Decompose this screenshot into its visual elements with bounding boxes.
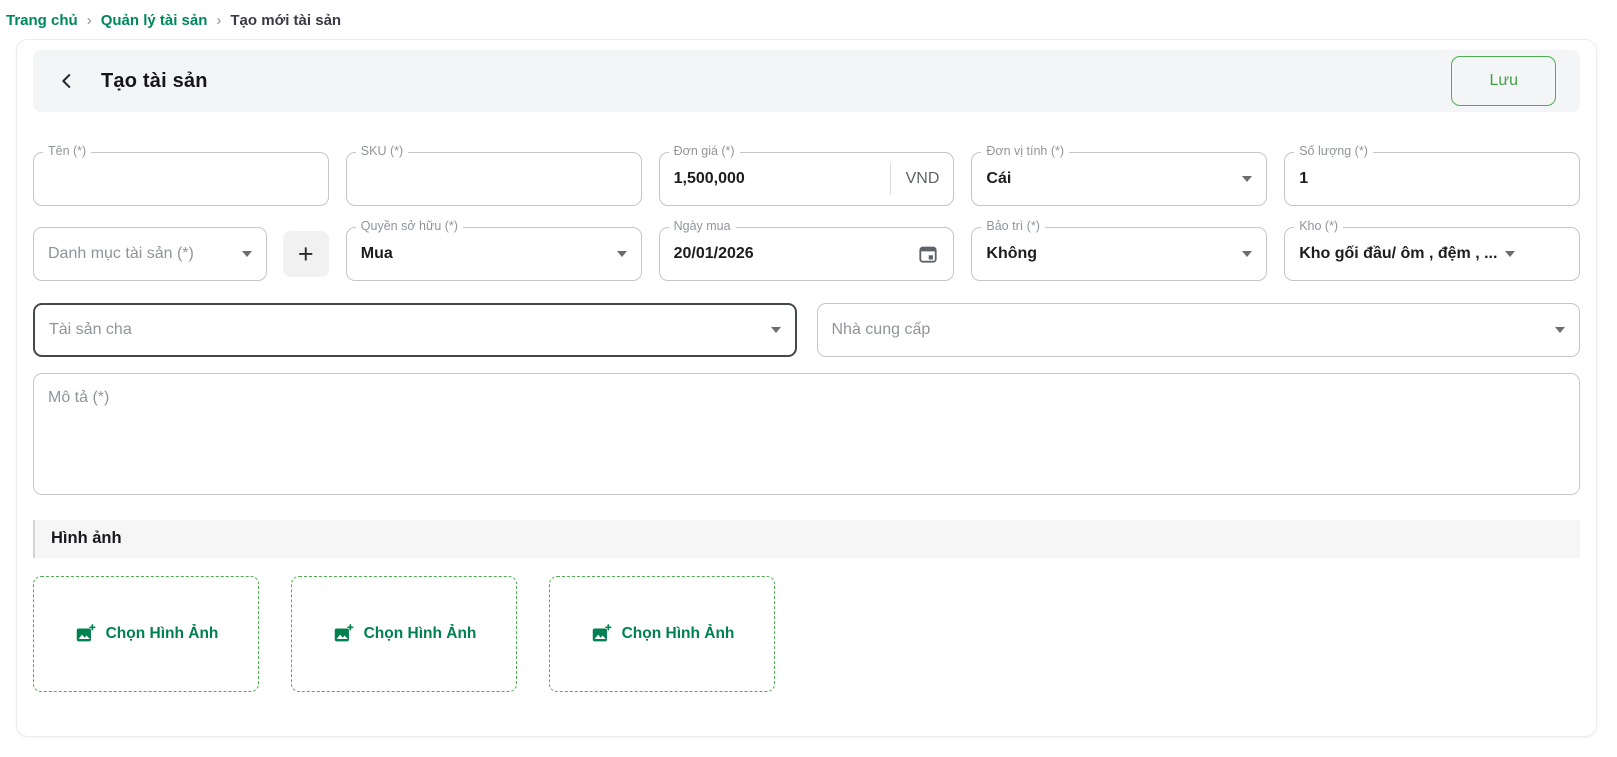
- purchase-date-label: Ngày mua: [669, 219, 736, 233]
- breadcrumb-home-link[interactable]: Trang chủ: [6, 12, 78, 29]
- asset-name-field: Tên (*): [33, 152, 329, 206]
- unit-price-input[interactable]: 1,500,000: [674, 170, 745, 188]
- chevron-down-icon: [242, 251, 252, 257]
- ownership-value: Mua: [361, 245, 393, 263]
- maintenance-select[interactable]: Bảo trì (*) Không: [971, 227, 1267, 281]
- breadcrumb-separator: ›: [216, 12, 221, 29]
- divider: [890, 163, 891, 195]
- add-photo-icon: [74, 623, 96, 645]
- description-textarea[interactable]: [33, 373, 1580, 495]
- images-section-title: Hình ảnh: [33, 520, 1580, 558]
- warehouse-label: Kho (*): [1294, 219, 1343, 233]
- choose-image-label: Chọn Hình Ảnh: [364, 625, 477, 643]
- page-header: Tạo tài sản Lưu: [33, 50, 1580, 112]
- maintenance-value: Không: [986, 245, 1037, 263]
- sku-field: SKU (*): [346, 152, 642, 206]
- chevron-down-icon: [771, 327, 781, 333]
- calendar-icon[interactable]: [917, 243, 939, 265]
- breadcrumb-separator: ›: [87, 12, 92, 29]
- breadcrumb-current-page: Tạo mới tài sản: [230, 12, 341, 29]
- unit-label: Đơn vị tính (*): [981, 144, 1069, 158]
- breadcrumb: Trang chủ › Quản lý tài sản › Tạo mới tà…: [0, 0, 1617, 39]
- choose-image-button-1[interactable]: Chọn Hình Ảnh: [33, 576, 259, 692]
- quantity-input[interactable]: [1299, 170, 1565, 188]
- unit-value: Cái: [986, 170, 1011, 188]
- chevron-down-icon: [1505, 251, 1515, 257]
- choose-image-button-2[interactable]: Chọn Hình Ảnh: [291, 576, 517, 692]
- choose-image-label: Chọn Hình Ảnh: [622, 625, 735, 643]
- maintenance-label: Bảo trì (*): [981, 219, 1045, 233]
- ownership-label: Quyền sở hữu (*): [356, 219, 463, 233]
- currency-suffix: VND: [890, 163, 940, 195]
- save-button[interactable]: Lưu: [1451, 56, 1556, 106]
- asset-category-select[interactable]: Danh mục tài sản (*): [33, 227, 267, 281]
- parent-asset-select[interactable]: Tài sản cha: [33, 303, 797, 357]
- add-category-button[interactable]: +: [283, 231, 329, 277]
- asset-name-input[interactable]: [48, 170, 314, 188]
- chevron-down-icon: [1555, 327, 1565, 333]
- breadcrumb-asset-management-link[interactable]: Quản lý tài sản: [101, 12, 208, 29]
- ownership-select[interactable]: Quyền sở hữu (*) Mua: [346, 227, 642, 281]
- warehouse-select[interactable]: Kho (*) Kho gối đầu/ ôm , đệm , ...: [1284, 227, 1580, 281]
- purchase-date-value: 20/01/2026: [674, 245, 754, 263]
- page-title: Tạo tài sản: [101, 70, 208, 93]
- add-photo-icon: [332, 623, 354, 645]
- asset-name-label: Tên (*): [43, 144, 91, 158]
- image-upload-row: Chọn Hình Ảnh Chọn Hình Ảnh Chọn Hìn: [33, 576, 1580, 692]
- currency-label: VND: [906, 170, 940, 188]
- quantity-label: Số lượng (*): [1294, 144, 1373, 158]
- create-asset-card: Tạo tài sản Lưu Tên (*) SKU (*) Đơn giá …: [16, 39, 1597, 737]
- chevron-left-icon: [56, 70, 78, 92]
- unit-price-field: Đơn giá (*) 1,500,000 VND: [659, 152, 955, 206]
- supplier-select[interactable]: Nhà cung cấp: [817, 303, 1581, 357]
- category-cell: Danh mục tài sản (*) +: [33, 227, 329, 281]
- form-row-2: Danh mục tài sản (*) + Quyền sở hữu (*) …: [33, 227, 1580, 281]
- description-wrap: [33, 373, 1580, 500]
- asset-category-placeholder: Danh mục tài sản (*): [48, 245, 194, 263]
- sku-input[interactable]: [361, 170, 627, 188]
- parent-asset-placeholder: Tài sản cha: [49, 321, 132, 339]
- quantity-field: Số lượng (*): [1284, 152, 1580, 206]
- purchase-date-field[interactable]: Ngày mua 20/01/2026: [659, 227, 955, 281]
- chevron-down-icon: [617, 251, 627, 257]
- form-row-1: Tên (*) SKU (*) Đơn giá (*) 1,500,000 VN…: [33, 152, 1580, 206]
- sku-label: SKU (*): [356, 144, 408, 158]
- warehouse-value: Kho gối đầu/ ôm , đệm , ...: [1299, 245, 1497, 263]
- choose-image-label: Chọn Hình Ảnh: [106, 625, 219, 643]
- chevron-down-icon: [1242, 176, 1252, 182]
- unit-select[interactable]: Đơn vị tính (*) Cái: [971, 152, 1267, 206]
- unit-price-label: Đơn giá (*): [669, 144, 740, 158]
- add-photo-icon: [590, 623, 612, 645]
- form-row-3: Tài sản cha Nhà cung cấp: [33, 303, 1580, 357]
- back-button[interactable]: [53, 67, 81, 95]
- choose-image-button-3[interactable]: Chọn Hình Ảnh: [549, 576, 775, 692]
- chevron-down-icon: [1242, 251, 1252, 257]
- supplier-placeholder: Nhà cung cấp: [832, 321, 931, 339]
